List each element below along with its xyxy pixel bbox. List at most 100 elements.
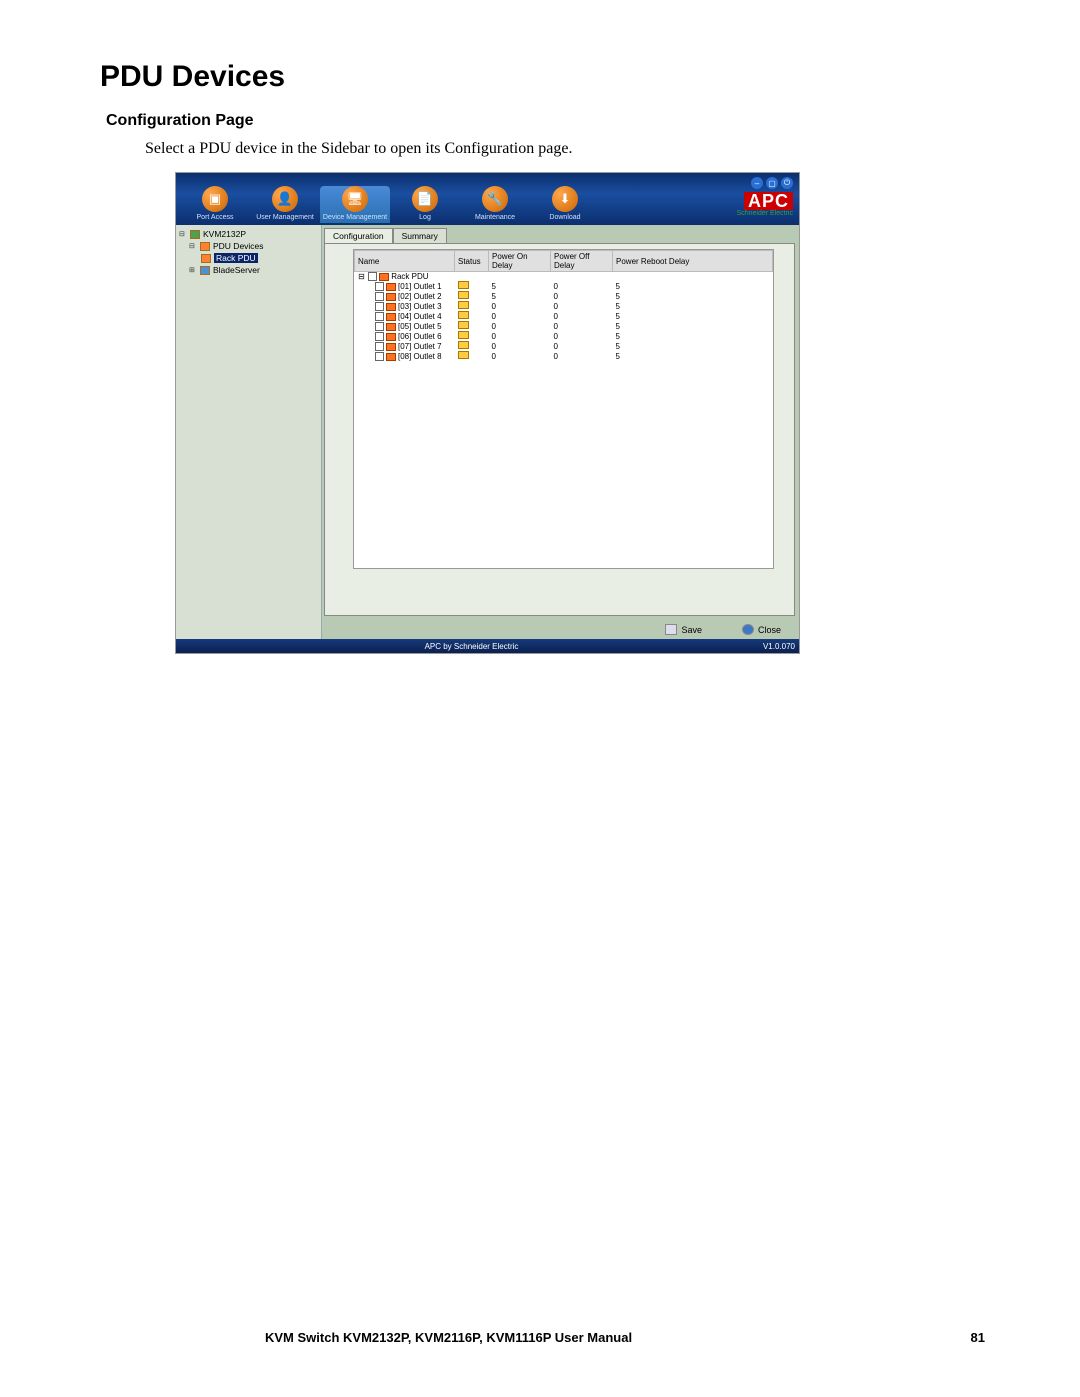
toolbar-item-device-management[interactable]: 🖥 Device Management	[320, 186, 390, 223]
close-icon	[742, 624, 754, 635]
table-row[interactable]: [03] Outlet 3005	[355, 301, 773, 311]
row-name: [06] Outlet 6	[398, 332, 442, 341]
table-row[interactable]: [06] Outlet 6005	[355, 331, 773, 341]
table-row[interactable]: [05] Outlet 5005	[355, 321, 773, 331]
toolbar-item-port-access[interactable]: ▣ Port Access	[180, 186, 250, 223]
close-label: Close	[758, 625, 781, 635]
max-icon[interactable]: ▢	[766, 177, 778, 189]
min-icon[interactable]: –	[751, 177, 763, 189]
status-icon	[458, 341, 469, 349]
status-icon	[458, 301, 469, 309]
device-tree-sidebar: ⊟ KVM2132P ⊟ PDU Devices Rack PDU ⊞ Blad…	[176, 225, 322, 639]
cell-pon: 0	[489, 321, 551, 331]
log-icon: 📄	[412, 186, 438, 212]
table-row[interactable]: [07] Outlet 7005	[355, 341, 773, 351]
status-icon	[458, 281, 469, 289]
table-row[interactable]: [02] Outlet 2505	[355, 291, 773, 301]
outlet-table: Name Status Power On Delay Power Off Del…	[354, 250, 773, 361]
table-row[interactable]: [04] Outlet 4005	[355, 311, 773, 321]
toolbar-item-user-management[interactable]: 👤 User Management	[250, 186, 320, 223]
tab-summary[interactable]: Summary	[393, 228, 447, 243]
checkbox[interactable]	[368, 272, 377, 281]
checkbox[interactable]	[375, 352, 384, 361]
tree-bladeserver[interactable]: ⊞ BladeServer	[189, 264, 318, 276]
table-row[interactable]: ⊟ Rack PDU	[355, 272, 773, 282]
close-button[interactable]: Close	[742, 624, 781, 635]
collapse-icon[interactable]: ⊟	[189, 242, 197, 250]
section-subtitle: Configuration Page	[106, 112, 990, 130]
row-name: [08] Outlet 8	[398, 352, 442, 361]
toolbar-item-download[interactable]: ⬇ Download	[530, 186, 600, 223]
checkbox[interactable]	[375, 302, 384, 311]
col-status[interactable]: Status	[455, 251, 489, 272]
col-power-reboot[interactable]: Power Reboot Delay	[613, 251, 773, 272]
status-icon	[458, 311, 469, 319]
row-name: [05] Outlet 5	[398, 322, 442, 331]
cell-preb: 5	[613, 291, 773, 301]
row-name: [07] Outlet 7	[398, 342, 442, 351]
table-row[interactable]: [08] Outlet 8005	[355, 351, 773, 361]
page-number: 81	[971, 1330, 985, 1345]
col-power-on[interactable]: Power On Delay	[489, 251, 551, 272]
checkbox[interactable]	[375, 292, 384, 301]
page-title: PDU Devices	[100, 60, 990, 94]
cell-preb: 5	[613, 341, 773, 351]
cell-poff: 0	[551, 321, 613, 331]
port-access-icon: ▣	[202, 186, 228, 212]
col-name[interactable]: Name	[355, 251, 455, 272]
action-button-row: Save Close	[322, 620, 799, 639]
save-button[interactable]: Save	[665, 624, 702, 635]
table-header-row: Name Status Power On Delay Power Off Del…	[355, 251, 773, 272]
checkbox[interactable]	[375, 322, 384, 331]
brand-subtext: Schneider Electric	[737, 210, 793, 217]
window-controls[interactable]: – ▢ ⏻	[751, 177, 793, 189]
expand-icon[interactable]: ⊞	[189, 266, 197, 274]
cell-pon: 5	[489, 281, 551, 291]
cell-preb: 5	[613, 331, 773, 341]
status-icon	[458, 351, 469, 359]
brand-area: – ▢ ⏻ APC Schneider Electric	[737, 177, 793, 217]
device-management-icon: 🖥	[342, 186, 368, 212]
checkbox[interactable]	[375, 312, 384, 321]
power-icon[interactable]: ⏻	[781, 177, 793, 189]
cell-poff: 0	[551, 331, 613, 341]
collapse-icon[interactable]: ⊟	[358, 272, 366, 281]
footer-title: KVM Switch KVM2132P, KVM2116P, KVM1116P …	[265, 1330, 632, 1345]
status-bar: APC by Schneider Electric V1.0.070	[176, 639, 799, 653]
row-name: [01] Outlet 1	[398, 282, 442, 291]
table-row[interactable]: [01] Outlet 1505	[355, 281, 773, 291]
apc-logo: APC	[744, 192, 793, 210]
cell-pon: 0	[489, 341, 551, 351]
outlet-icon	[386, 303, 396, 311]
maintenance-icon: 🔧	[482, 186, 508, 212]
toolbar-label: Maintenance	[475, 214, 515, 221]
tab-configuration[interactable]: Configuration	[324, 228, 393, 243]
outlet-icon	[386, 343, 396, 351]
tree-rack-pdu[interactable]: Rack PDU	[201, 252, 318, 264]
cell-pon: 0	[489, 311, 551, 321]
cell-poff: 0	[551, 291, 613, 301]
toolbar-label: Log	[419, 214, 431, 221]
collapse-icon[interactable]: ⊟	[179, 230, 187, 238]
toolbar-item-log[interactable]: 📄 Log	[390, 186, 460, 223]
cell-preb: 5	[613, 321, 773, 331]
cell-poff: 0	[551, 351, 613, 361]
toolbar-label: User Management	[256, 214, 314, 221]
config-panel: Name Status Power On Delay Power Off Del…	[324, 243, 795, 616]
checkbox[interactable]	[375, 332, 384, 341]
toolbar-item-maintenance[interactable]: 🔧 Maintenance	[460, 186, 530, 223]
toolbar-label: Download	[549, 214, 580, 221]
tree-pdu-devices[interactable]: ⊟ PDU Devices	[189, 240, 318, 252]
main-panel: Configuration Summary Name Status Power …	[322, 225, 799, 639]
col-power-off[interactable]: Power Off Delay	[551, 251, 613, 272]
status-icon	[458, 331, 469, 339]
checkbox[interactable]	[375, 342, 384, 351]
device-icon	[190, 230, 200, 239]
folder-icon	[200, 242, 210, 251]
tree-root[interactable]: ⊟ KVM2132P	[179, 228, 318, 240]
checkbox[interactable]	[375, 282, 384, 291]
save-label: Save	[681, 625, 702, 635]
cell-preb: 5	[613, 281, 773, 291]
toolbar-label: Port Access	[197, 214, 234, 221]
outlet-icon	[386, 313, 396, 321]
